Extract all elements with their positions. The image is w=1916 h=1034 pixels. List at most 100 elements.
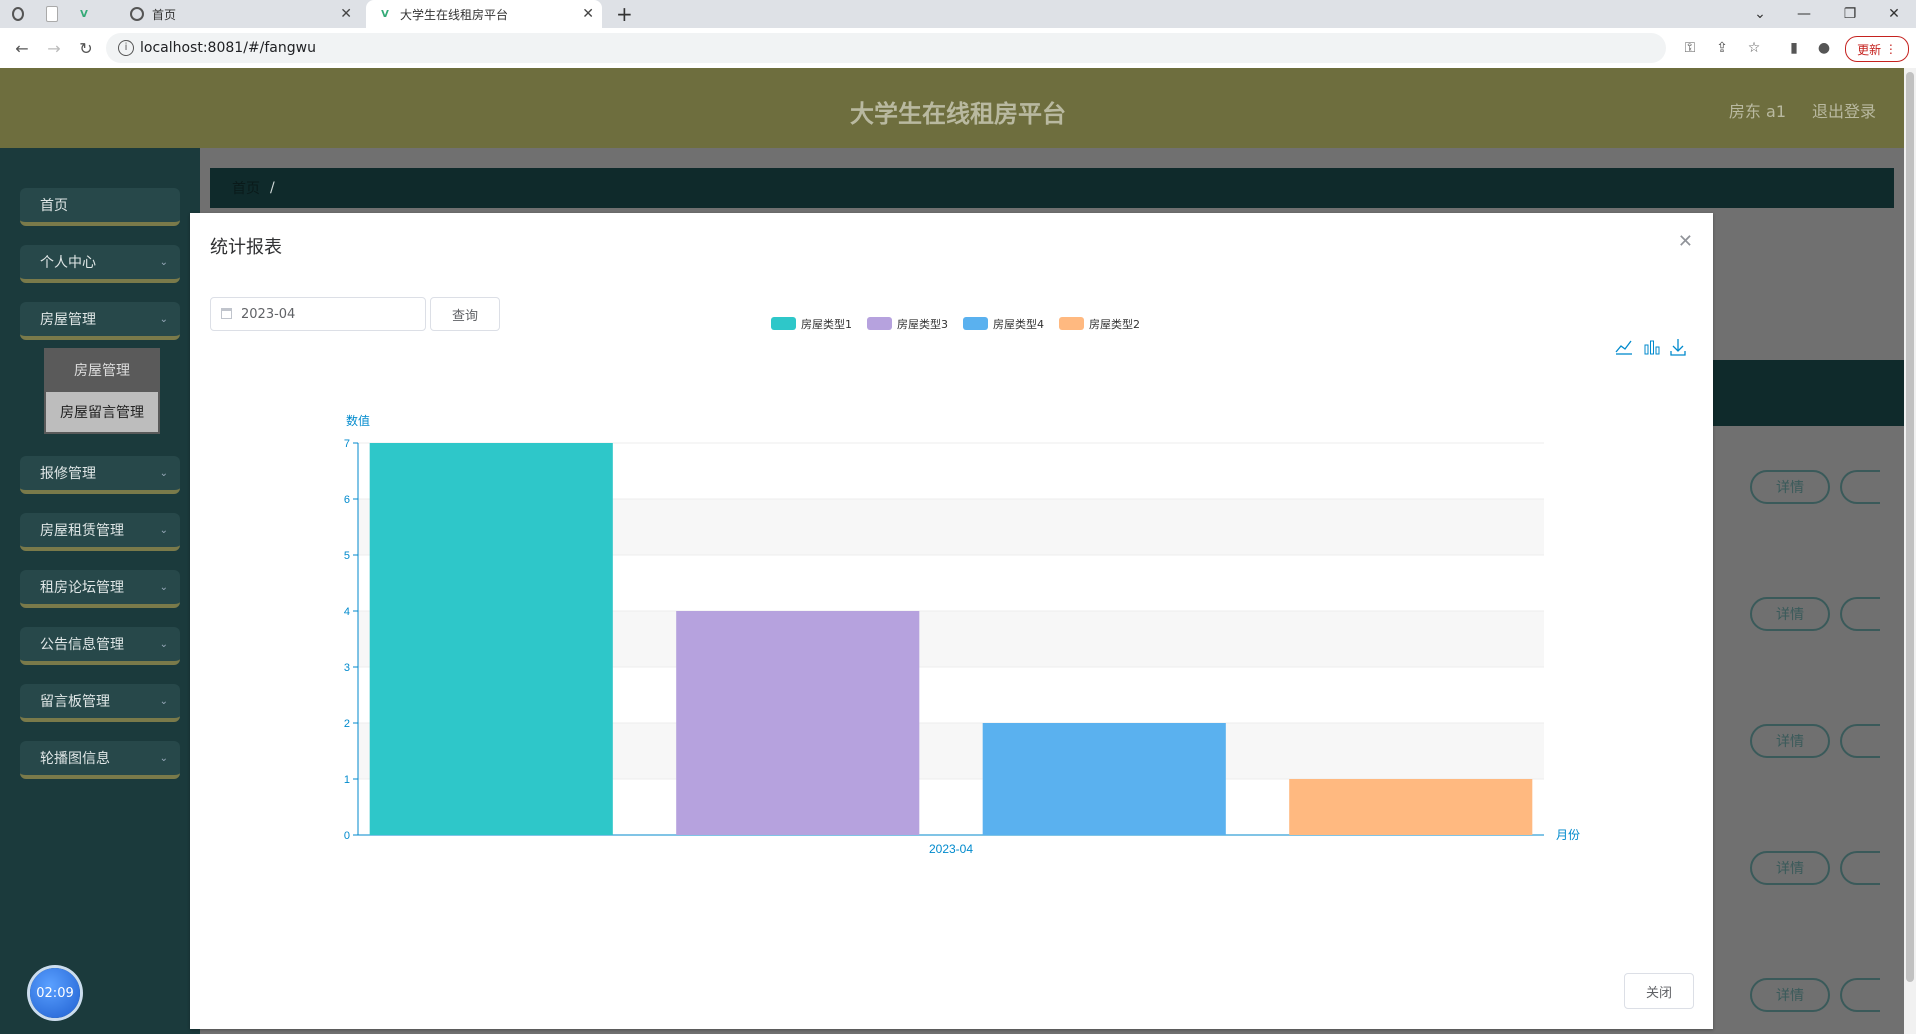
reload-icon[interactable]: ↻: [74, 36, 98, 60]
legend-label-3: 房屋类型4: [993, 317, 1044, 331]
sidepanel-icon[interactable]: ▮: [1784, 38, 1804, 58]
submenu-item-house-message[interactable]: 房屋留言管理: [46, 392, 158, 432]
window-close-icon[interactable]: ✕: [1874, 0, 1914, 28]
logout-link[interactable]: 退出登录: [1812, 98, 1876, 122]
scrollbar-thumb[interactable]: [1906, 72, 1914, 982]
chevron-down-icon: ⌄: [159, 524, 168, 536]
app-title: 大学生在线租房平台: [850, 100, 1066, 128]
forward-icon[interactable]: →: [42, 36, 66, 60]
y-tick-label: 0: [344, 830, 350, 842]
detail-label: 详情: [1776, 480, 1804, 496]
detail-button[interactable]: 详情: [1750, 470, 1830, 504]
new-tab-button[interactable]: +: [616, 0, 636, 28]
detail-button[interactable]: 详情: [1750, 851, 1830, 885]
edit-button[interactable]: [1840, 597, 1880, 631]
key-icon[interactable]: ⚿: [1680, 38, 1700, 58]
tab-home[interactable]: 首页 ✕: [130, 0, 360, 28]
detail-label: 详情: [1776, 861, 1804, 877]
bar-1: [369, 443, 613, 835]
profile-icon[interactable]: ●: [1814, 38, 1834, 58]
tab-title: 首页: [152, 7, 177, 22]
chevron-down-icon: ⌄: [159, 638, 168, 650]
y-tick-label: 1: [344, 774, 350, 786]
share-icon[interactable]: ⇪: [1712, 38, 1732, 58]
url-input[interactable]: i localhost:8081/#/fangwu: [106, 33, 1666, 63]
clock-badge[interactable]: 02:09: [30, 968, 80, 1018]
sidebar-item-house[interactable]: 房屋管理 ⌄: [20, 302, 180, 340]
sidebar-item-label: 留言板管理: [40, 694, 110, 710]
legend-label-1: 房屋类型1: [801, 317, 852, 331]
sidebar-item-guestbook[interactable]: 留言板管理 ⌄: [20, 684, 180, 722]
edit-button[interactable]: [1840, 470, 1880, 504]
restore-icon[interactable]: ❐: [1830, 0, 1870, 28]
sidebar-item-repair[interactable]: 报修管理 ⌄: [20, 456, 180, 494]
sidebar-item-label: 报修管理: [40, 466, 96, 482]
y-tick-label: 4: [344, 606, 350, 618]
chevron-down-icon: ⌄: [159, 467, 168, 479]
legend-label-4: 房屋类型2: [1089, 317, 1140, 331]
detail-label: 详情: [1776, 734, 1804, 750]
legend-swatch-1: [771, 317, 796, 330]
bar-2: [676, 611, 920, 835]
tab-search-icon[interactable]: ⌄: [1740, 0, 1780, 28]
sidebar-item-label: 个人中心: [40, 255, 96, 271]
close-tab-icon[interactable]: ✕: [340, 6, 352, 22]
globe-tab-icon[interactable]: [12, 0, 32, 28]
x-axis-label: 月份: [1556, 828, 1580, 842]
detail-label: 详情: [1776, 988, 1804, 1004]
app-header: 大学生在线租房平台 房东 a1 退出登录: [0, 68, 1916, 148]
legend-swatch-2: [867, 317, 892, 330]
user-name: 房东 a1: [1728, 102, 1786, 121]
globe-icon: [130, 7, 144, 21]
edit-button[interactable]: [1840, 851, 1880, 885]
vue-icon: V: [381, 8, 389, 20]
chevron-down-icon: ⌄: [159, 581, 168, 593]
tab-title: 大学生在线租房平台: [400, 7, 509, 22]
y-tick-label: 2: [344, 718, 350, 730]
legend-swatch-3: [963, 317, 988, 330]
sidebar-item-label: 租房论坛管理: [40, 580, 124, 596]
close-tab-icon[interactable]: ✕: [582, 6, 594, 22]
submenu-item-house-manage[interactable]: 房屋管理: [46, 350, 158, 390]
y-tick-label: 5: [344, 550, 350, 562]
y-tick-label: 3: [344, 662, 350, 674]
sidebar-item-label: 房屋租赁管理: [40, 523, 124, 539]
close-icon[interactable]: ✕: [1678, 231, 1693, 252]
sidebar-item-forum[interactable]: 租房论坛管理 ⌄: [20, 570, 180, 608]
sidebar-item-rental[interactable]: 房屋租赁管理 ⌄: [20, 513, 180, 551]
bar-3: [982, 723, 1226, 835]
legend-swatch-4: [1059, 317, 1084, 330]
detail-button[interactable]: 详情: [1750, 597, 1830, 631]
sidebar-item-home[interactable]: 首页: [20, 188, 180, 226]
chevron-down-icon: ⌄: [159, 752, 168, 764]
star-icon[interactable]: ☆: [1744, 38, 1764, 58]
sidebar-item-notice[interactable]: 公告信息管理 ⌄: [20, 627, 180, 665]
edit-button[interactable]: [1840, 978, 1880, 1012]
sidebar-item-carousel[interactable]: 轮播图信息 ⌄: [20, 741, 180, 779]
browser-tab-bar: V 首页 ✕ V 大学生在线租房平台 ✕ + ⌄ — ❐ ✕: [0, 0, 1916, 28]
edit-button[interactable]: [1840, 724, 1880, 758]
address-bar: ← → ↻ i localhost:8081/#/fangwu ⚿ ⇪ ☆ ▮ …: [0, 28, 1916, 69]
minimize-icon[interactable]: —: [1784, 0, 1824, 28]
detail-button[interactable]: 详情: [1750, 978, 1830, 1012]
breadcrumb-separator: /: [270, 180, 275, 196]
dialog-title: 统计报表: [210, 237, 282, 258]
back-icon[interactable]: ←: [10, 36, 34, 60]
update-button[interactable]: 更新 ⋮: [1845, 36, 1909, 62]
info-icon[interactable]: i: [118, 40, 134, 56]
tab-active[interactable]: V 大学生在线租房平台 ✕: [366, 0, 602, 28]
x-tick-label: 2023-04: [929, 842, 973, 856]
page-scrollbar[interactable]: [1904, 68, 1916, 1034]
breadcrumb-home[interactable]: 首页: [232, 178, 260, 198]
dialog-close-button[interactable]: 关闭: [1624, 973, 1694, 1009]
sidebar-item-profile[interactable]: 个人中心 ⌄: [20, 245, 180, 283]
stats-dialog: 统计报表 ✕ 2023-04 查询 0 1 2 3 4 5 6 7 数值 月份 2023-04 房屋类…: [190, 213, 1713, 1029]
blank-tab-icon[interactable]: [46, 0, 66, 28]
sidebar-item-label: 房屋管理: [40, 312, 96, 328]
chevron-down-icon: ⌄: [159, 256, 168, 268]
legend-label-2: 房屋类型3: [897, 317, 948, 331]
y-tick-label: 6: [344, 494, 350, 506]
vue-tab-icon[interactable]: V: [78, 0, 98, 28]
detail-button[interactable]: 详情: [1750, 724, 1830, 758]
y-tick-label: 7: [344, 438, 350, 450]
